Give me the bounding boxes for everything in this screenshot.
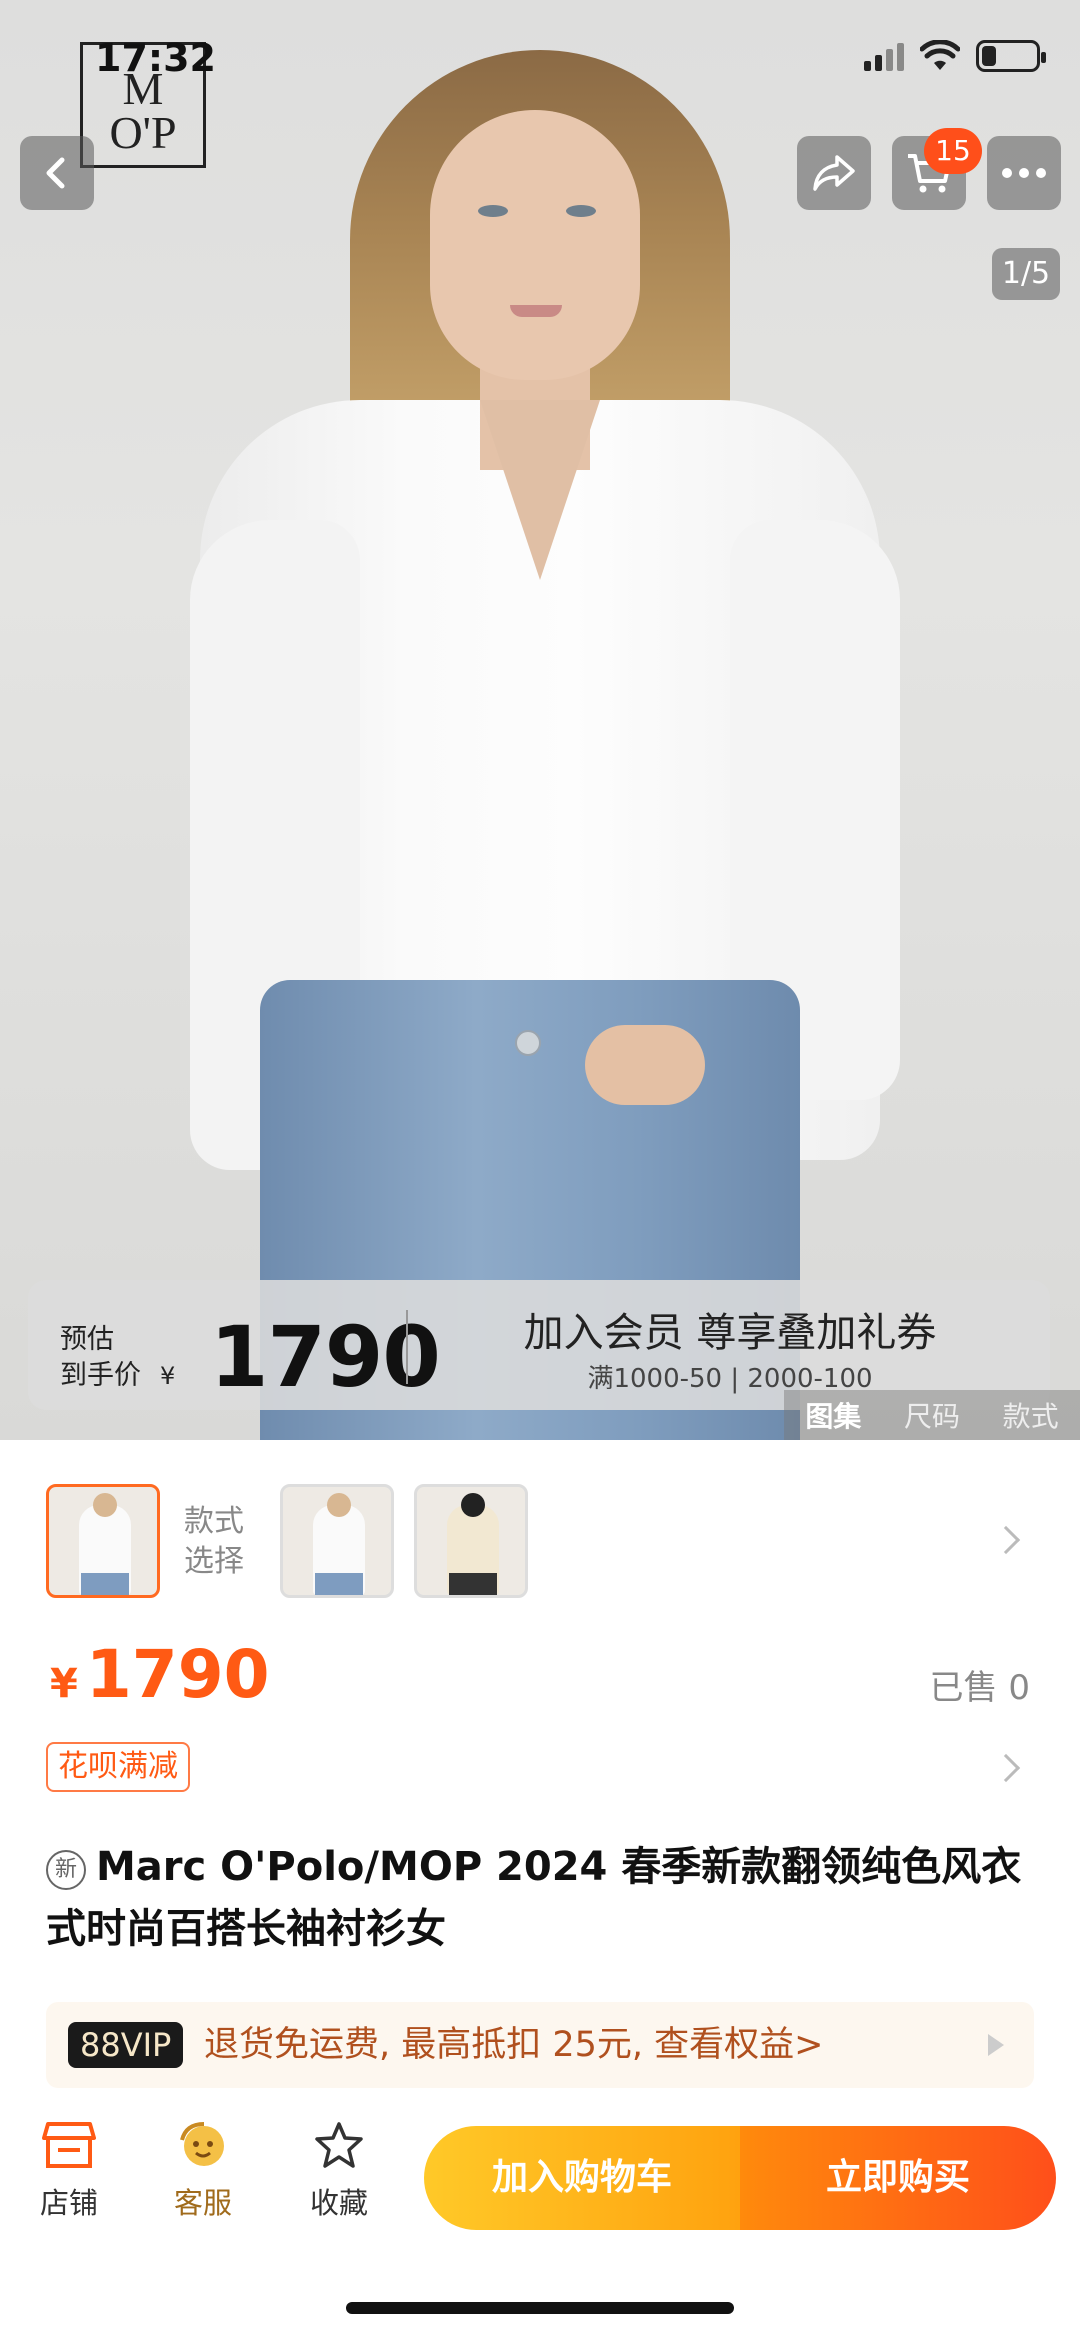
add-to-cart-button[interactable]: 加入购物车 [424, 2126, 740, 2230]
shop-nav[interactable]: 店铺 [14, 2120, 124, 2222]
promotion-chevron-icon[interactable] [991, 1753, 1021, 1783]
star-icon [315, 2122, 363, 2168]
product-title-block: 新 Marc O'Polo/MOP 2024 春季新款翻领纯色风衣式时尚百搭长袖衬… [46, 1836, 1026, 1960]
vip-benefits-bar[interactable]: 88VIP 退货免运费, 最高抵扣 25元, 查看权益> [46, 2002, 1034, 2088]
thumb-head [461, 1493, 485, 1517]
estimate-currency: ¥ [160, 1362, 176, 1390]
promo-headline: 加入会员 尊享叠加礼券 [523, 1310, 937, 1356]
vip-badge: 88VIP [68, 2022, 184, 2068]
model-mouth [510, 305, 562, 317]
favorite-nav[interactable]: 收藏 [284, 2120, 394, 2222]
variant-thumb-2[interactable] [280, 1484, 394, 1598]
tab-size[interactable]: 尺码 [904, 1395, 960, 1435]
variant-label: 款式 选择 [184, 1502, 244, 1582]
image-counter: 1/5 [992, 248, 1060, 300]
shop-icon [42, 2122, 96, 2168]
shop-label: 店铺 [39, 2186, 98, 2220]
variant-thumb-1[interactable] [46, 1484, 160, 1598]
play-triangle-icon [988, 2034, 1004, 2056]
share-arrow-icon [813, 155, 855, 191]
model-eye-right [566, 205, 596, 217]
huabei-discount-tag[interactable]: 花呗满减 [46, 1742, 190, 1792]
status-time: 17:32 [95, 36, 216, 80]
status-icons [864, 40, 1046, 72]
wifi-icon [920, 40, 960, 70]
gallery-tabs: 图集 尺码 款式 [784, 1390, 1080, 1440]
back-button[interactable] [20, 136, 94, 210]
share-button[interactable] [797, 136, 871, 210]
price-block: ¥1790 [50, 1636, 270, 1713]
price-value: 1790 [85, 1636, 270, 1713]
model-face [430, 110, 640, 380]
thumb-legs [315, 1573, 363, 1595]
buy-now-button[interactable]: 立即购买 [740, 2126, 1056, 2230]
customer-service-icon [180, 2122, 224, 2166]
price-currency: ¥ [50, 1661, 78, 1707]
more-button[interactable] [987, 136, 1061, 210]
home-indicator[interactable] [346, 2302, 734, 2314]
variant-expand-chevron-icon[interactable] [991, 1525, 1021, 1555]
tab-gallery[interactable]: 图集 [805, 1395, 861, 1435]
thumb-head [327, 1493, 351, 1517]
customer-service-nav[interactable]: 客服 [148, 2120, 258, 2222]
estimate-label-line2: 到手价 [60, 1360, 141, 1391]
cart-count-badge: 15 [924, 128, 982, 174]
variant-label-line1: 款式 [184, 1504, 244, 1539]
model-hand [585, 1025, 705, 1105]
thumb-legs [81, 1573, 129, 1595]
model-eye-left [478, 205, 508, 217]
product-image[interactable] [0, 0, 1080, 1440]
variant-label-line2: 选择 [184, 1544, 244, 1579]
battery-icon [976, 40, 1046, 72]
sold-count: 已售 0 [929, 1668, 1030, 1708]
tab-style[interactable]: 款式 [1003, 1395, 1059, 1435]
product-detail-screen: M O'P 17:32 15 1/5 预估 到手价 ¥ 1790 加入会员 尊享… [0, 0, 1080, 2337]
estimated-price-label: 预估 到手价 [60, 1322, 141, 1394]
chevron-left-icon [46, 157, 65, 189]
variant-thumb-3[interactable] [414, 1484, 528, 1598]
estimate-label-line1: 预估 [60, 1324, 114, 1355]
customer-service-label: 客服 [173, 2186, 232, 2220]
thumb-legs [449, 1573, 497, 1595]
vip-benefits-text: 退货免运费, 最高抵扣 25元, 查看权益> [204, 2025, 824, 2065]
jeans-button [515, 1030, 541, 1056]
thumb-head [93, 1493, 117, 1517]
favorite-label: 收藏 [309, 2186, 368, 2220]
more-dots-icon [1002, 168, 1046, 178]
model-collar-opening [480, 400, 600, 580]
new-badge: 新 [46, 1850, 86, 1890]
promo-divider [406, 1310, 408, 1384]
cellular-signal-icon [864, 41, 904, 71]
product-title: Marc O'Polo/MOP 2024 春季新款翻领纯色风衣式时尚百搭长袖衬衫… [46, 1844, 1022, 1952]
